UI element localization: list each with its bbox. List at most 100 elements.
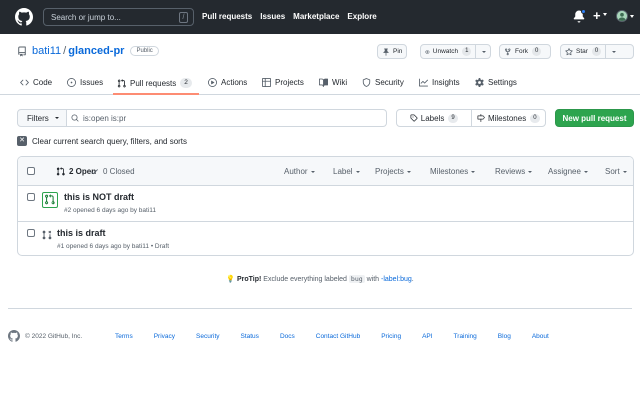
unwatch-label: Unwatch [432, 48, 459, 55]
footer-link-about[interactable]: About [532, 333, 549, 340]
closed-count-label: 0 Closed [103, 167, 135, 176]
pull-request-glyph [45, 194, 55, 205]
chevron-down-icon[interactable] [482, 50, 486, 53]
labels-button[interactable]: Labels 9 [397, 110, 471, 126]
check-icon [91, 169, 98, 175]
repo-icon [18, 46, 26, 56]
nav-explore[interactable]: Explore [347, 12, 376, 21]
protip-text-2: with [364, 276, 381, 283]
footer-link-api[interactable]: API [422, 333, 432, 340]
filter-query: is:open is:pr [83, 113, 127, 123]
labels-count: 9 [448, 113, 458, 123]
footer-link-terms[interactable]: Terms [115, 333, 133, 340]
github-logo-icon[interactable] [15, 8, 33, 26]
chevron-down-icon [54, 117, 59, 119]
tab-code[interactable]: Code [20, 78, 52, 87]
chevron-down-icon[interactable] [612, 50, 617, 53]
fork-button[interactable]: Fork 0 [499, 44, 551, 59]
button-divider [605, 44, 607, 59]
footer-link-training[interactable]: Training [454, 333, 477, 340]
list-header: 2 Open 0 Closed Author Label Projects Mi… [18, 157, 633, 186]
repo-owner-link[interactable]: bati11 [32, 45, 61, 57]
nav-issues[interactable]: Issues [260, 12, 285, 21]
tab-insights[interactable]: Insights [419, 78, 460, 87]
tab-insights-label: Insights [432, 78, 460, 87]
nav-marketplace[interactable]: Marketplace [293, 12, 339, 21]
global-search-input[interactable]: Search or jump to... / [43, 8, 194, 26]
clear-filters-label: Clear current search query, filters, and… [32, 136, 188, 146]
row-checkbox[interactable] [27, 229, 35, 237]
tab-issues[interactable]: Issues [67, 78, 103, 87]
projects-menu[interactable]: Projects [375, 167, 411, 176]
milestones-label: Milestones [487, 113, 527, 123]
tab-actions-label: Actions [221, 78, 248, 87]
sort-menu[interactable]: Sort [605, 167, 627, 176]
tab-settings[interactable]: Settings [475, 78, 517, 87]
new-pull-request-button[interactable]: New pull request [555, 109, 634, 127]
footer-link-status[interactable]: Status [241, 333, 259, 340]
tab-security[interactable]: Security [362, 78, 404, 87]
star-button[interactable]: Star 0 [560, 44, 634, 59]
visibility-badge: Public [130, 46, 159, 56]
filter-search-input[interactable]: is:open is:pr [67, 109, 387, 127]
table-icon [262, 78, 271, 87]
footer-link-security[interactable]: Security [196, 333, 219, 340]
footer-link-privacy[interactable]: Privacy [154, 333, 175, 340]
tab-wiki-label: Wiki [332, 78, 348, 87]
star-count: 0 [591, 47, 602, 56]
tab-actions[interactable]: Actions [208, 78, 247, 87]
row-checkbox[interactable] [27, 193, 35, 201]
chevron-down-icon [583, 170, 588, 173]
sort-menu-label: Sort [605, 167, 620, 176]
protip-end: . [411, 276, 414, 283]
unwatch-button[interactable]: Unwatch 1 [420, 44, 491, 59]
protip-text: Exclude everything labeled [261, 276, 349, 283]
filter-bar: Filters is:open is:pr [17, 109, 387, 127]
active-tab-underline [113, 93, 199, 95]
fork-icon [505, 47, 511, 55]
filters-dropdown[interactable]: Filters [17, 109, 67, 127]
pr-title-link[interactable]: this is NOT draft [64, 192, 134, 202]
reviews-menu[interactable]: Reviews [495, 167, 533, 176]
tab-projects[interactable]: Projects [262, 78, 304, 87]
author-menu-label: Author [284, 167, 308, 176]
pr-meta: #2 opened 6 days ago by bati11 [64, 207, 157, 214]
search-placeholder: Search or jump to... [51, 13, 121, 22]
tab-pull-requests[interactable]: Pull requests 2 [117, 78, 192, 88]
assignee-menu[interactable]: Assignee [548, 167, 588, 176]
milestones-button[interactable]: Milestones 0 [470, 110, 546, 126]
footer-link-docs[interactable]: Docs [280, 333, 295, 340]
select-all-checkbox[interactable] [27, 167, 35, 175]
footer: © 2022 GitHub, Inc. [8, 330, 82, 342]
search-icon [71, 114, 79, 122]
pull-request-list: 2 Open 0 Closed Author Label Projects Mi… [17, 156, 634, 256]
pr-title-link[interactable]: this is draft [57, 228, 106, 238]
pin-icon [383, 47, 389, 56]
closed-filter[interactable]: 0 Closed [90, 167, 135, 176]
chevron-down-icon [406, 170, 411, 173]
pull-requests-count: 2 [180, 78, 192, 88]
pull-request-icon [42, 192, 58, 208]
author-menu[interactable]: Author [284, 167, 315, 176]
footer-link-contact[interactable]: Contact GitHub [316, 333, 360, 340]
milestones-count: 0 [530, 113, 540, 123]
footer-link-blog[interactable]: Blog [498, 333, 511, 340]
clear-filters-link[interactable]: ✕ Clear current search query, filters, a… [17, 136, 187, 146]
protip-link[interactable]: -label:bug [381, 276, 412, 283]
avatar[interactable] [616, 10, 628, 22]
footer-link-pricing[interactable]: Pricing [381, 333, 401, 340]
tab-wiki[interactable]: Wiki [319, 78, 347, 87]
repo-name-link[interactable]: glanced-pr [68, 45, 124, 57]
labels-milestones-group: Labels 9 Milestones 0 [396, 109, 546, 127]
reviews-menu-label: Reviews [495, 167, 526, 176]
nav-pull-requests[interactable]: Pull requests [202, 12, 252, 21]
label-menu[interactable]: Label [333, 167, 360, 176]
tab-projects-label: Projects [275, 78, 304, 87]
pin-button[interactable]: Pin [377, 44, 408, 59]
graph-icon [419, 78, 428, 87]
milestones-menu[interactable]: Milestones [430, 167, 476, 176]
close-icon: ✕ [17, 136, 27, 146]
plus-icon[interactable]: + [593, 9, 601, 23]
repo-title: bati11 / glanced-pr Public [17, 45, 159, 57]
github-logo-icon[interactable] [8, 330, 20, 342]
